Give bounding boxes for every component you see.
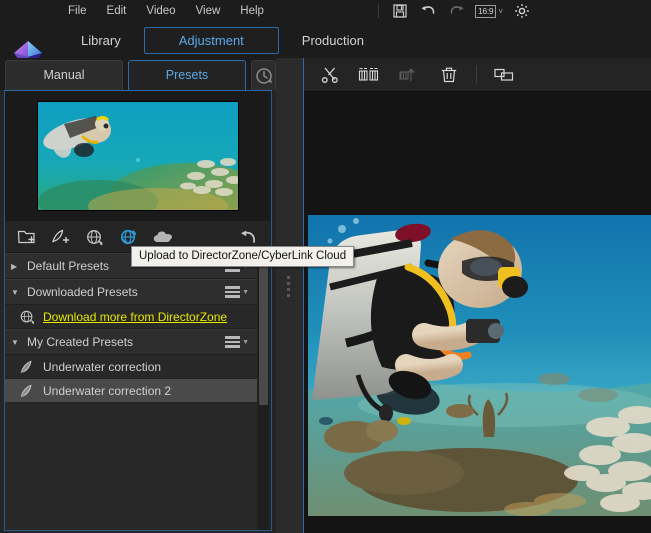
download-from-directorzone-icon [85, 228, 104, 246]
split-clips-icon [358, 65, 380, 84]
undo-button[interactable] [415, 1, 441, 21]
presets-scrollbar[interactable] [258, 253, 269, 530]
tab-library[interactable]: Library [58, 27, 144, 54]
presets-panel: Manual Presets ▶ Default Presets ▼ Downl… [0, 58, 276, 533]
picture-in-picture-button[interactable] [489, 62, 519, 88]
clock-icon [255, 67, 273, 85]
settings-button[interactable] [509, 1, 535, 21]
reset-icon [238, 228, 258, 246]
gear-icon [514, 3, 530, 19]
presets-panel-body: ▶ Default Presets ▼ ▼ Downloaded Presets… [4, 90, 272, 531]
preset-group-my-created-presets[interactable]: ▼ My Created Presets ▼ [5, 329, 257, 355]
delete-trash-icon [440, 65, 458, 84]
aspect-ratio-value: 16:9 [475, 4, 497, 18]
trim-button[interactable] [394, 62, 424, 88]
download-from-directorzone-button[interactable] [79, 224, 109, 250]
picture-in-picture-icon [493, 65, 515, 84]
save-button[interactable] [387, 1, 413, 21]
menu-item-file[interactable]: File [58, 0, 97, 22]
chevron-down-icon: ˅ [498, 6, 504, 16]
globe-download-icon [19, 309, 35, 325]
preset-group-label: Downloaded Presets [27, 285, 138, 299]
tooltip: Upload to DirectorZone/CyberLink Cloud [131, 246, 355, 267]
menu-item-view[interactable]: View [186, 0, 231, 22]
chevron-down-icon: ▼ [11, 287, 19, 297]
preset-name: Underwater correction 2 [43, 383, 172, 398]
preview-toolbar [304, 58, 651, 92]
preset-thumbnail-area [5, 91, 271, 221]
tab-presets[interactable]: Presets [128, 60, 246, 90]
tab-adjustment[interactable]: Adjustment [143, 26, 279, 54]
undo-icon [420, 4, 437, 18]
video-preview[interactable] [308, 215, 651, 516]
app-window: File Edit Video View Help 16:9 ˅ Library… [0, 0, 651, 533]
feather-icon [19, 359, 35, 375]
delete-button[interactable] [434, 62, 464, 88]
list-item-underwater-correction[interactable]: Underwater correction [5, 355, 257, 379]
main-tab-bar: Library Adjustment Production [0, 22, 651, 73]
aspect-ratio-selector[interactable]: 16:9 ˅ [471, 1, 507, 21]
menu-bar: File Edit Video View Help 16:9 ˅ [0, 0, 651, 22]
menu-item-list: File Edit Video View Help [58, 0, 274, 22]
history-button[interactable] [251, 60, 276, 90]
toolbar-divider [476, 65, 477, 84]
redo-button[interactable] [443, 1, 469, 21]
group-menu-button[interactable]: ▼ [223, 334, 251, 350]
group-menu-button[interactable]: ▼ [223, 284, 251, 300]
redo-icon [448, 4, 465, 18]
tab-production[interactable]: Production [279, 27, 387, 54]
hamburger-icon [225, 286, 241, 298]
preset-thumbnail[interactable] [37, 101, 239, 211]
menu-item-video[interactable]: Video [136, 0, 185, 22]
main-tabs: Library Adjustment Production [58, 26, 387, 54]
preset-group-downloaded-presets[interactable]: ▼ Downloaded Presets ▼ [5, 279, 257, 305]
hamburger-icon [225, 336, 241, 348]
preview-panel [304, 58, 651, 533]
panel-splitter[interactable] [276, 58, 304, 533]
chevron-down-icon: ▼ [242, 288, 249, 296]
cut-button[interactable] [314, 62, 344, 88]
menu-item-edit[interactable]: Edit [97, 0, 137, 22]
download-more-link[interactable]: Download more from DirectorZone [43, 310, 227, 324]
upload-to-directorzone-icon [119, 228, 138, 246]
new-preset-icon [51, 228, 70, 246]
preset-name: Underwater correction [43, 359, 162, 374]
cut-scissors-icon [320, 65, 339, 84]
list-item-underwater-correction-2[interactable]: Underwater correction 2 [5, 379, 257, 403]
feather-icon [19, 383, 35, 399]
chevron-down-icon: ▼ [242, 338, 249, 346]
menubar-tool-group: 16:9 ˅ [372, 0, 535, 22]
new-preset-folder-button[interactable] [11, 224, 41, 250]
trim-icon [398, 65, 420, 84]
split-clips-button[interactable] [354, 62, 384, 88]
preset-group-label: My Created Presets [27, 335, 134, 349]
new-preset-folder-icon [17, 228, 36, 246]
tab-manual[interactable]: Manual [5, 60, 123, 90]
new-preset-button[interactable] [45, 224, 75, 250]
preview-stage [304, 92, 651, 533]
scrollbar-thumb[interactable] [259, 255, 268, 405]
save-icon [393, 4, 407, 18]
panel-sub-tabs: Manual Presets [0, 58, 276, 90]
cloud-icon [152, 228, 173, 246]
chevron-right-icon: ▶ [11, 261, 18, 271]
preset-group-list: ▶ Default Presets ▼ ▼ Downloaded Presets… [5, 253, 257, 530]
chevron-down-icon: ▼ [11, 337, 19, 347]
list-item-download-more[interactable]: Download more from DirectorZone [5, 305, 257, 329]
toolbar-divider [378, 4, 379, 18]
menu-item-help[interactable]: Help [230, 0, 274, 22]
splitter-grip[interactable] [287, 276, 290, 297]
